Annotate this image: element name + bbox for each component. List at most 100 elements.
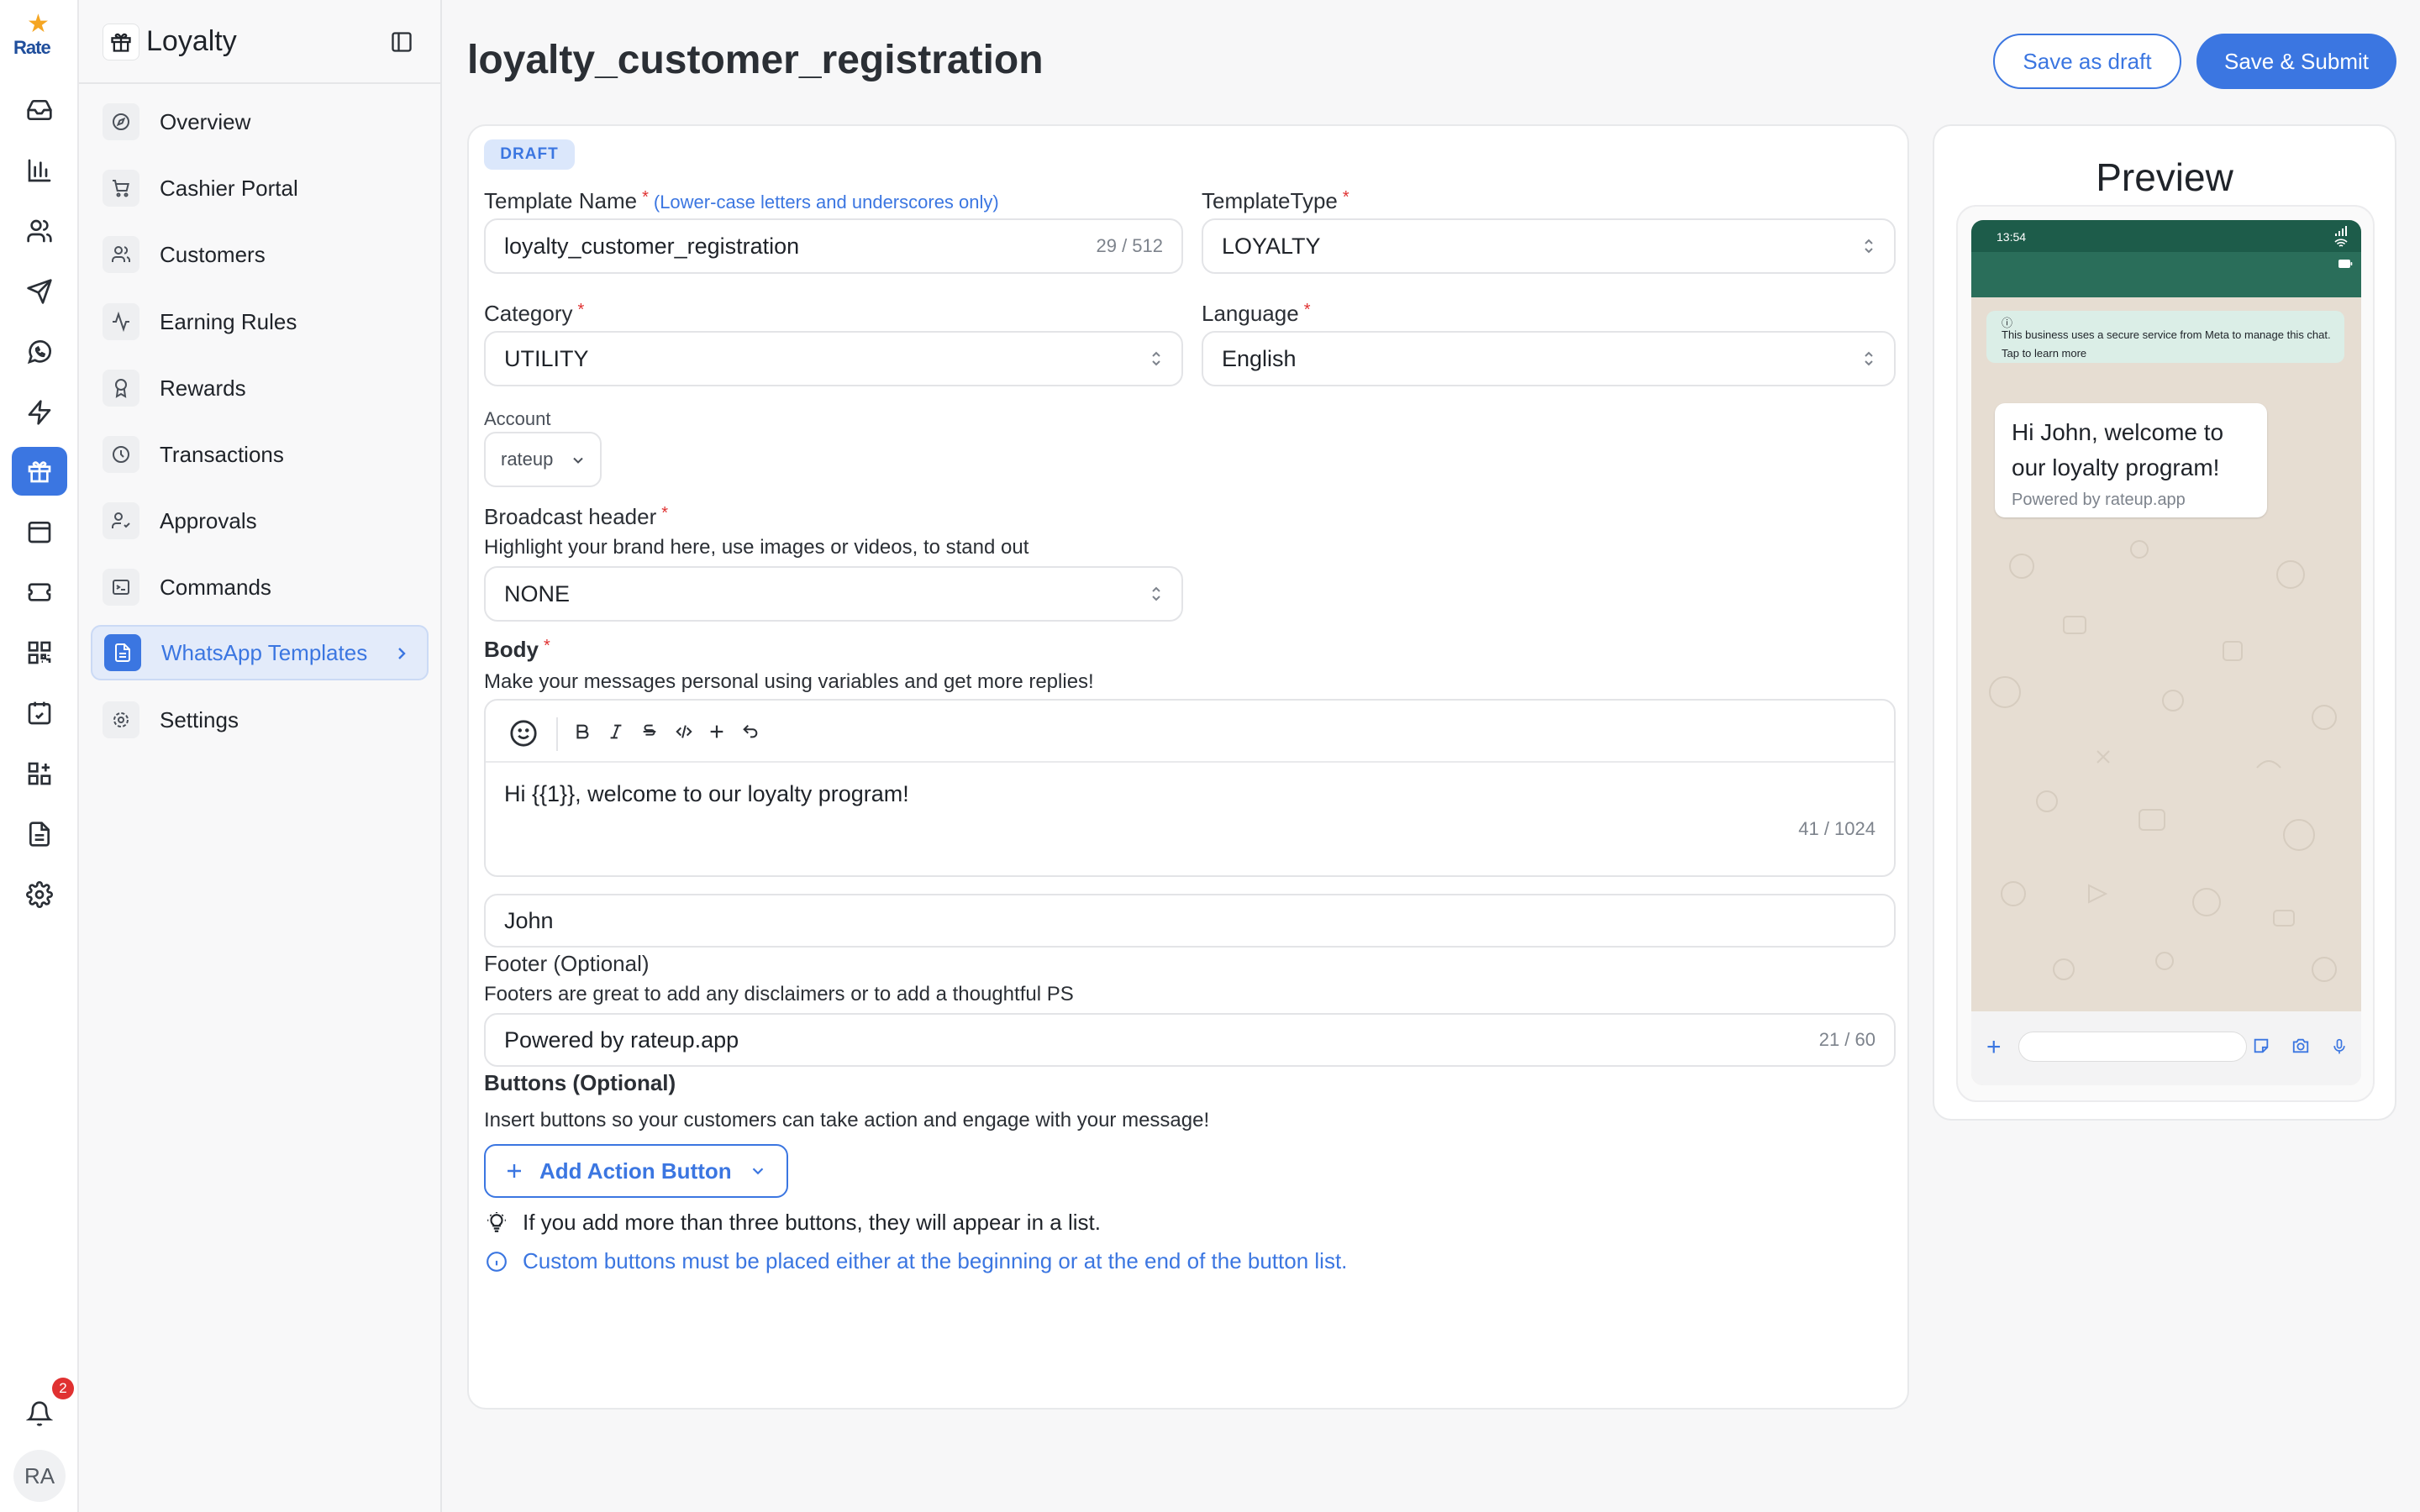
sidebar-item-customers[interactable]: Customers	[91, 227, 429, 282]
users-icon[interactable]	[12, 207, 67, 255]
add-action-button[interactable]: Add Action Button	[484, 1144, 788, 1198]
emoji-icon[interactable]	[509, 719, 538, 748]
chat-input[interactable]	[2018, 1032, 2247, 1062]
document-icon[interactable]	[12, 810, 67, 858]
body-description: Make your messages personal using variab…	[484, 670, 1094, 693]
sidebar-toggle-icon[interactable]	[387, 27, 417, 57]
variable-1-input[interactable]: John	[484, 894, 1896, 948]
account-label: Account	[484, 408, 551, 429]
category-label: Category	[484, 301, 573, 326]
bold-icon[interactable]	[573, 722, 592, 741]
phone-screen: 13:54 ⓘ This business uses a secure serv…	[1971, 220, 2361, 1085]
language-select[interactable]: English	[1202, 331, 1896, 386]
variable-1-value: John	[504, 907, 554, 933]
preview-panel: Preview 13:54 ⓘ This business uses a sec…	[1933, 124, 2396, 1121]
sidebar-item-whatsapp-templates[interactable]: WhatsApp Templates	[91, 625, 429, 680]
required-marker: *	[577, 301, 585, 319]
footer-input[interactable]: Powered by rateup.app 21 / 60	[484, 1013, 1896, 1067]
plus-icon[interactable]: +	[1986, 1035, 2002, 1060]
save-submit-button[interactable]: Save & Submit	[2196, 34, 2396, 89]
send-icon[interactable]	[12, 267, 67, 316]
logo-text: Rate	[13, 37, 51, 58]
calendar-icon[interactable]	[12, 507, 67, 556]
chevron-up-down-icon	[1860, 349, 1877, 369]
star-icon: ★	[27, 10, 50, 38]
message-bubble: Hi John, welcome to our loyalty program!…	[1995, 403, 2267, 517]
bolt-icon[interactable]	[12, 388, 67, 437]
sidebar-item-commands[interactable]: Commands	[91, 559, 429, 615]
category-value: UTILITY	[504, 345, 589, 371]
award-icon	[103, 370, 139, 407]
sidebar-item-label: Settings	[160, 706, 239, 732]
language-value: English	[1222, 345, 1297, 371]
required-marker: *	[642, 188, 649, 207]
page-title: loyalty_customer_registration	[467, 38, 1044, 82]
document-icon	[104, 634, 141, 671]
save-draft-button[interactable]: Save as draft	[1993, 34, 2181, 89]
sidebar-item-transactions[interactable]: Transactions	[91, 427, 429, 482]
account-value: rateup	[501, 449, 554, 470]
avatar[interactable]: RA	[13, 1450, 66, 1502]
inbox-icon[interactable]	[12, 86, 67, 134]
sidebar-item-rewards[interactable]: Rewards	[91, 360, 429, 416]
broadcast-header-select[interactable]: NONE	[484, 566, 1183, 622]
gift-icon[interactable]	[12, 447, 67, 496]
language-label-row: Language *	[1202, 301, 1310, 327]
user-check-icon	[103, 502, 139, 539]
sidebar: Loyalty Overview Cashier Portal Customer…	[79, 0, 442, 1512]
template-name-label: Template Name	[484, 188, 638, 213]
template-type-select[interactable]: LOYALTY	[1202, 218, 1896, 274]
ticket-icon[interactable]	[12, 568, 67, 617]
body-editor[interactable]: Hi {{1}}, welcome to our loyalty program…	[484, 699, 1896, 877]
compass-icon	[103, 103, 139, 140]
chat-input-bar: +	[1971, 1011, 2361, 1085]
gear-icon[interactable]	[12, 870, 67, 919]
required-marker: *	[1303, 301, 1311, 319]
buttons-label-row: Buttons (Optional)	[484, 1070, 676, 1096]
microphone-icon[interactable]	[2331, 1037, 2348, 1057]
add-action-label: Add Action Button	[539, 1158, 732, 1184]
category-select[interactable]: UTILITY	[484, 331, 1183, 386]
template-form: DRAFT Template Name * (Lower-case letters …	[467, 124, 1909, 1410]
strikethrough-icon[interactable]	[640, 722, 659, 741]
footer-count: 21 / 60	[1818, 1029, 1876, 1050]
template-name-hint: (Lower-case letters and underscores only…	[653, 192, 999, 213]
body-label-row: Body *	[484, 637, 550, 663]
template-name-label-row: Template Name * (Lower-case letters and un…	[484, 188, 999, 214]
sidebar-item-earning-rules[interactable]: Earning Rules	[91, 294, 429, 349]
sidebar-item-overview[interactable]: Overview	[91, 94, 429, 150]
app-logo[interactable]: ★ Rate	[12, 12, 67, 64]
qr-icon[interactable]	[12, 628, 67, 677]
editor-toolbar	[486, 701, 1894, 763]
chevron-up-down-icon	[1148, 584, 1165, 604]
sidebar-item-settings[interactable]: Settings	[91, 692, 429, 748]
chart-icon[interactable]	[12, 146, 67, 195]
body-label: Body	[484, 637, 539, 662]
template-name-value: loyalty_customer_registration	[504, 233, 800, 259]
plus-icon[interactable]	[708, 722, 726, 741]
sidebar-item-approvals[interactable]: Approvals	[91, 493, 429, 549]
users-icon	[103, 236, 139, 273]
body-count: 41 / 1024	[1798, 818, 1876, 839]
phone-status-bar: 13:54	[1971, 220, 2361, 252]
account-select[interactable]: rateup	[484, 432, 602, 487]
buttons-tip: If you add more than three buttons, they…	[484, 1210, 1101, 1236]
sidebar-item-label: Transactions	[160, 441, 284, 467]
chevron-down-icon	[749, 1162, 767, 1180]
sidebar-item-cashier-portal[interactable]: Cashier Portal	[91, 160, 429, 216]
sidebar-item-label: Cashier Portal	[160, 175, 298, 201]
undo-icon[interactable]	[741, 722, 760, 741]
whatsapp-icon[interactable]	[12, 328, 67, 376]
cart-icon	[103, 170, 139, 207]
sidebar-item-label: Approvals	[160, 507, 257, 533]
italic-icon[interactable]	[607, 722, 625, 741]
bubble-footer: Powered by rateup.app	[2012, 491, 2186, 509]
required-marker: *	[544, 637, 550, 655]
calendar-check-icon[interactable]	[12, 689, 67, 738]
camera-icon[interactable]	[2291, 1037, 2311, 1055]
apps-icon[interactable]	[12, 749, 67, 798]
sticker-icon[interactable]	[2252, 1037, 2270, 1055]
code-icon[interactable]	[674, 722, 694, 741]
template-name-input[interactable]: loyalty_customer_registration 29 / 512	[484, 218, 1183, 274]
system-message[interactable]: ⓘ This business uses a secure service fr…	[1986, 311, 2344, 363]
